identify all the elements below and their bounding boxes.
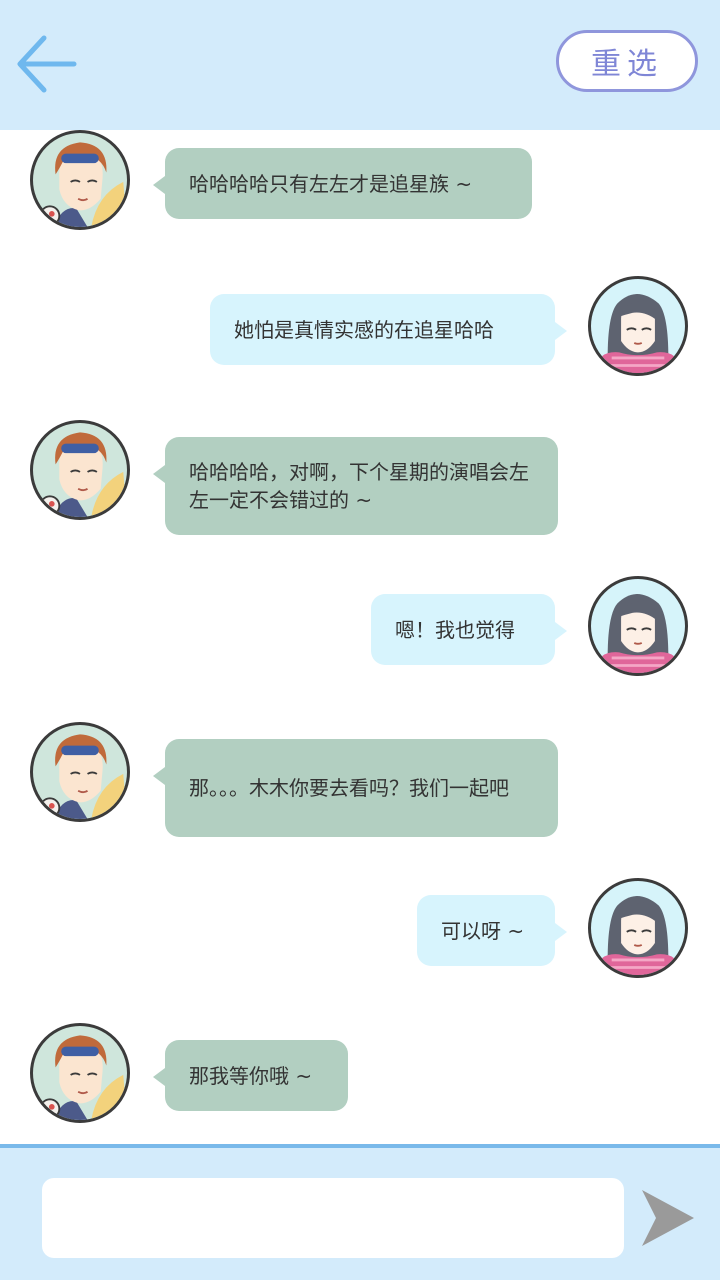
- message-input[interactable]: [42, 1178, 624, 1258]
- send-arrow-icon: [642, 1190, 694, 1246]
- message-text: 嗯！我也觉得: [395, 617, 515, 642]
- message-text: 可以呀 ~: [441, 918, 525, 943]
- boy-avatar[interactable]: [30, 722, 130, 822]
- reselect-button[interactable]: 重选: [556, 30, 698, 92]
- message-bubble-girl[interactable]: 可以呀 ~: [417, 895, 567, 966]
- boy-avatar[interactable]: [30, 130, 130, 230]
- back-button[interactable]: [14, 30, 80, 96]
- composer-bar: [0, 1144, 720, 1280]
- message-text: 她怕是真情实感的在追星哈哈: [234, 317, 494, 342]
- arrow-left-icon: [17, 35, 77, 93]
- message-text: 哈哈哈哈，对啊，下个星期的演唱会左左一定不会错过的 ~: [189, 460, 529, 512]
- message-text: 哈哈哈哈只有左左才是追星族 ~: [189, 171, 473, 196]
- message-bubble-boy[interactable]: 那我等你哦 ~: [153, 1040, 348, 1111]
- girl-avatar[interactable]: [588, 276, 688, 376]
- message-bubble-boy[interactable]: 哈哈哈哈，对啊，下个星期的演唱会左左一定不会错过的 ~: [153, 437, 558, 535]
- send-button[interactable]: [640, 1188, 696, 1248]
- message-text: 那我等你哦 ~: [189, 1063, 313, 1088]
- message-bubble-girl[interactable]: 她怕是真情实感的在追星哈哈: [210, 294, 567, 365]
- girl-avatar[interactable]: [588, 878, 688, 978]
- chat-area: 哈哈哈哈只有左左才是追星族 ~ 她怕是真情实感的在追星哈哈 哈哈哈哈，对啊，下个…: [0, 130, 720, 1144]
- top-bar: 重选: [0, 0, 720, 130]
- girl-avatar[interactable]: [588, 576, 688, 676]
- boy-avatar[interactable]: [30, 1023, 130, 1123]
- message-bubble-boy[interactable]: 哈哈哈哈只有左左才是追星族 ~: [153, 148, 532, 219]
- message-text: 那。。。木木你要去看吗？我们一起吧: [189, 776, 509, 800]
- message-bubble-girl[interactable]: 嗯！我也觉得: [371, 594, 567, 665]
- boy-avatar[interactable]: [30, 420, 130, 520]
- message-bubble-boy[interactable]: 那。。。木木你要去看吗？我们一起吧: [153, 739, 558, 837]
